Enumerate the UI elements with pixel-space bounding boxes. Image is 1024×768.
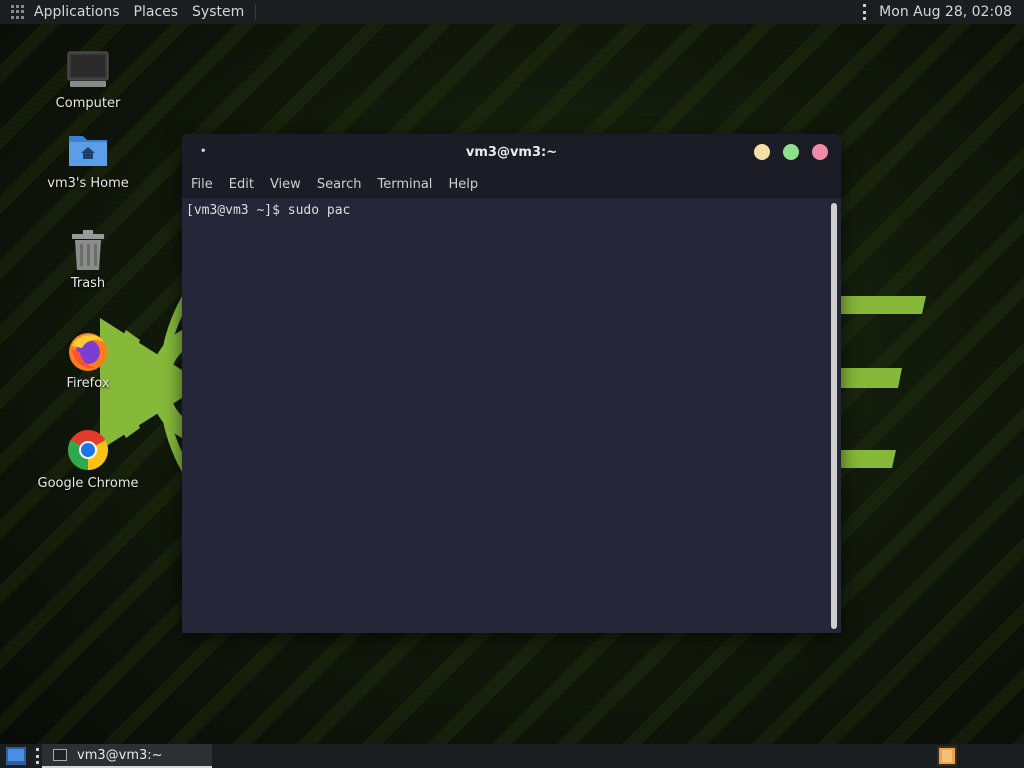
taskbar-item-terminal[interactable]: vm3@vm3:~ xyxy=(42,744,212,768)
terminal-menubar: File Edit View Search Terminal Help xyxy=(182,172,841,198)
desktop-icon-label: Google Chrome xyxy=(37,476,139,491)
taskbar-item-label: vm3@vm3:~ xyxy=(77,747,163,763)
applications-grid-icon[interactable] xyxy=(11,5,25,19)
terminal-output-area[interactable]: [vm3@vm3 ~]$ sudo pac xyxy=(182,199,841,633)
panel-handle-icon[interactable] xyxy=(36,748,40,764)
desktop-icon-trash[interactable]: Trash xyxy=(33,228,143,291)
clock[interactable]: Mon Aug 28, 02:08 xyxy=(879,4,1024,20)
terminal-scrollbar[interactable] xyxy=(831,203,837,629)
minimize-button[interactable] xyxy=(754,144,770,160)
menu-search[interactable]: Search xyxy=(309,172,370,198)
desktop-icon-label: Computer xyxy=(55,96,121,111)
panel-separator xyxy=(255,4,257,20)
desktop-icon-home[interactable]: vm3's Home xyxy=(33,128,143,191)
places-menu[interactable]: Places xyxy=(127,0,186,24)
bottom-panel: vm3@vm3:~ xyxy=(0,744,1024,768)
top-panel: Applications Places System Mon Aug 28, 0… xyxy=(0,0,1024,24)
desktop-icon-label: vm3's Home xyxy=(47,176,129,191)
maximize-button[interactable] xyxy=(783,144,799,160)
home-folder-icon xyxy=(66,128,110,172)
workspace-switcher-icon[interactable] xyxy=(937,746,957,766)
menu-terminal[interactable]: Terminal xyxy=(369,172,440,198)
computer-icon xyxy=(66,48,110,92)
desktop-icon-firefox[interactable]: Firefox xyxy=(33,328,143,391)
show-desktop-icon xyxy=(6,747,26,765)
menu-file[interactable]: File xyxy=(183,172,221,198)
system-menu[interactable]: System xyxy=(185,0,251,24)
firefox-icon xyxy=(66,328,110,372)
applications-menu[interactable]: Applications xyxy=(27,0,127,24)
chrome-icon xyxy=(66,428,110,472)
terminal-prompt-line: [vm3@vm3 ~]$ sudo pac xyxy=(186,203,351,218)
terminal-icon xyxy=(53,749,67,761)
desktop-icon-computer[interactable]: Computer xyxy=(33,48,143,111)
menu-help[interactable]: Help xyxy=(440,172,486,198)
desktop-icon-label: Firefox xyxy=(66,376,110,391)
show-desktop-button[interactable] xyxy=(6,747,26,765)
menu-edit[interactable]: Edit xyxy=(221,172,262,198)
terminal-titlebar[interactable]: • vm3@vm3:~ xyxy=(182,134,841,172)
clock-area: Mon Aug 28, 02:08 xyxy=(863,0,1024,24)
trash-icon xyxy=(66,228,110,272)
window-title: vm3@vm3:~ xyxy=(465,145,558,160)
panel-handle-icon[interactable] xyxy=(863,4,867,20)
close-button[interactable] xyxy=(812,144,828,160)
menu-view[interactable]: View xyxy=(262,172,309,198)
desktop-icon-label: Trash xyxy=(70,276,106,291)
terminal-window[interactable]: • vm3@vm3:~ File Edit View Search Termin… xyxy=(182,134,841,633)
desktop-icon-chrome[interactable]: Google Chrome xyxy=(33,428,143,491)
